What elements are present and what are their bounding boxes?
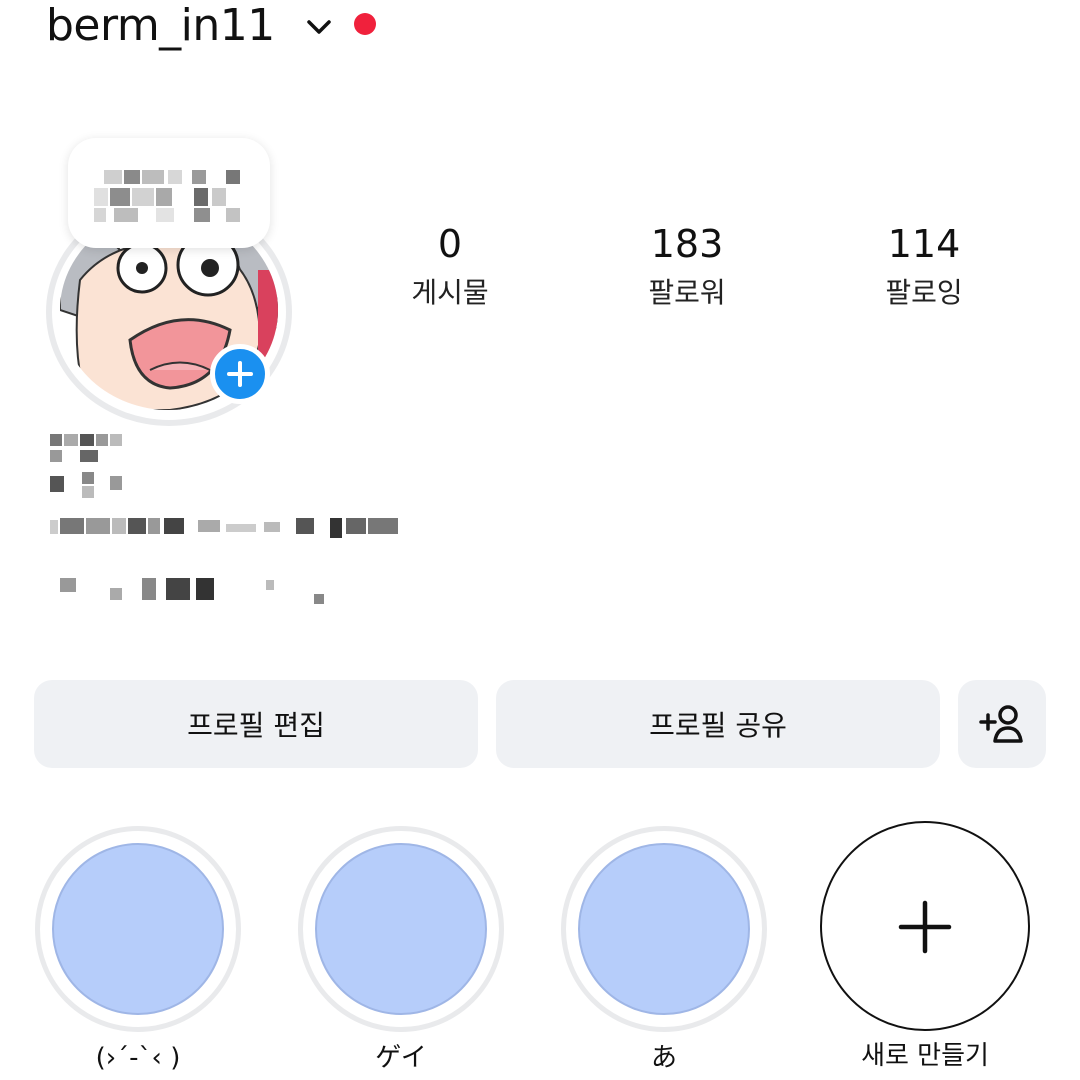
add-person-icon <box>979 705 1023 743</box>
following-count[interactable]: 114 <box>834 222 1014 266</box>
highlight-cover[interactable] <box>578 843 750 1015</box>
edit-profile-label: 프로필 편집 <box>187 709 325 742</box>
highlight-label[interactable]: (›´-`‹ ) <box>28 1038 248 1078</box>
profile-username[interactable]: berm_in11 <box>46 0 275 54</box>
notification-dot <box>354 13 376 35</box>
new-highlight-button[interactable] <box>820 821 1030 1031</box>
highlight-label[interactable]: ゲイ <box>291 1038 511 1078</box>
note-text-blurred <box>94 170 240 222</box>
followers-label[interactable]: 팔로워 <box>597 276 777 310</box>
following-label[interactable]: 팔로잉 <box>834 276 1014 310</box>
highlight-cover[interactable] <box>52 843 224 1015</box>
share-profile-button[interactable]: 프로필 공유 <box>496 680 940 768</box>
plus-icon <box>898 900 952 954</box>
edit-profile-button[interactable]: 프로필 편집 <box>34 680 478 768</box>
highlight-cover[interactable] <box>315 843 487 1015</box>
plus-icon <box>227 361 253 387</box>
bio-blurred <box>50 434 398 604</box>
share-profile-label: 프로필 공유 <box>649 709 787 742</box>
new-highlight-label[interactable]: 새로 만들기 <box>815 1036 1035 1076</box>
highlight-label[interactable]: あ <box>554 1038 774 1078</box>
followers-count[interactable]: 183 <box>597 222 777 266</box>
add-story-button[interactable] <box>210 344 270 404</box>
chevron-down-icon[interactable] <box>303 12 335 42</box>
posts-label[interactable]: 게시물 <box>360 276 540 310</box>
posts-count[interactable]: 0 <box>360 222 540 266</box>
discover-people-button[interactable] <box>958 680 1046 768</box>
